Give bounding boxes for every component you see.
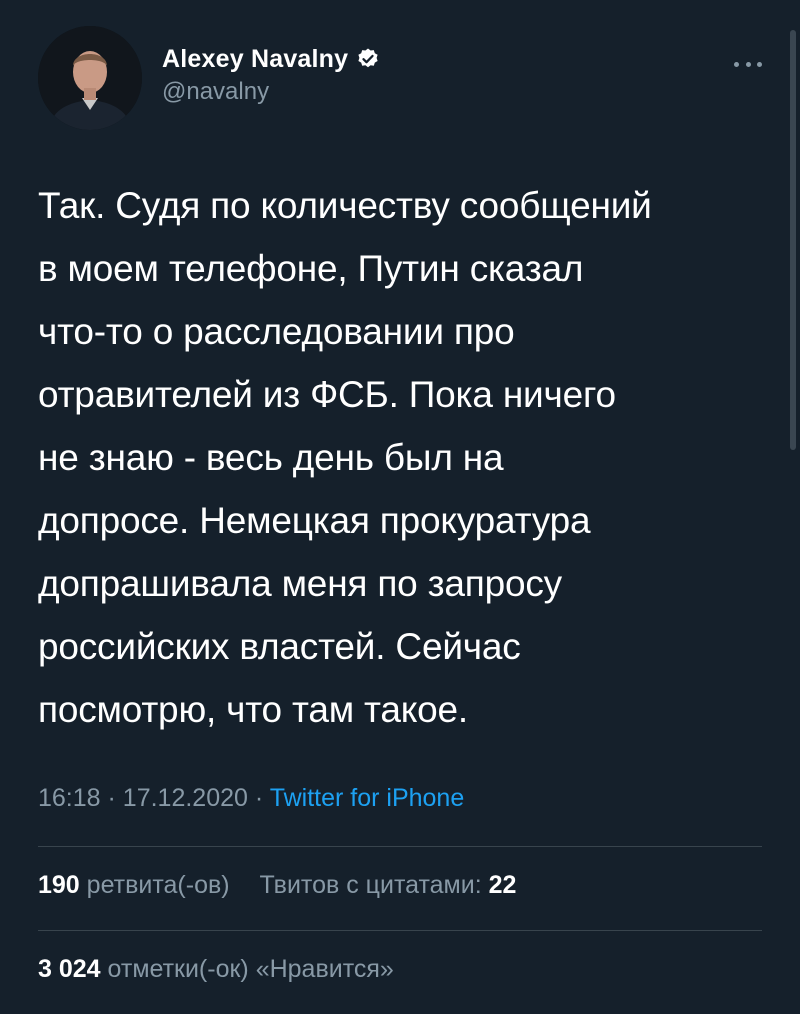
tweet-text-line: российских властей. Сейчас: [38, 626, 521, 667]
quotes-count: 22: [488, 871, 517, 899]
retweets-label: ретвита(-ов): [86, 871, 230, 899]
meta-separator: ·: [107, 784, 116, 812]
author-name-row: Alexey Navalny: [162, 42, 380, 76]
likes-link[interactable]: 3 024 отметки(-ок) «Нравится»: [38, 955, 394, 983]
author-handle[interactable]: @navalny: [162, 78, 380, 106]
meta-separator: ·: [254, 784, 264, 812]
more-options-icon[interactable]: [734, 56, 762, 72]
tweet-text: Так. Судя по количеству сообщений в моем…: [38, 174, 768, 741]
tweet-text-line: в моем телефоне, Путин сказал: [38, 248, 584, 289]
verified-badge-icon: [358, 48, 378, 68]
divider: [38, 930, 762, 931]
tweet-text-line: что-то о расследовании про: [38, 311, 515, 352]
tweet-text-line: Так. Судя по количеству сообщений: [38, 185, 652, 226]
more-dot: [734, 61, 739, 67]
tweet-text-line: не знаю - весь день был на: [38, 437, 504, 478]
tweet-date[interactable]: 17.12.2020: [123, 784, 248, 812]
likes-label: отметки(-ок) «Нравится»: [107, 955, 394, 983]
quotes-link[interactable]: Твитов с цитатами: 22: [260, 871, 517, 899]
tweet-text-line: отравителей из ФСБ. Пока ничего: [38, 374, 616, 415]
quotes-label: Твитов с цитатами:: [259, 871, 482, 899]
likes-count: 3 024: [38, 955, 101, 983]
likes-stats: 3 024 отметки(-ок) «Нравится»: [38, 955, 394, 984]
divider: [38, 846, 762, 847]
retweets-count: 190: [38, 871, 80, 899]
more-dot: [745, 61, 751, 67]
tweet-text-line: допросе. Немецкая прокуратура: [38, 500, 591, 541]
retweets-link[interactable]: 190 ретвита(-ов): [38, 871, 237, 899]
avatar[interactable]: [38, 26, 142, 130]
tweet-source-link[interactable]: Twitter for iPhone: [270, 784, 465, 812]
author-info: Alexey Navalny @navalny: [162, 42, 380, 106]
tweet-detail-page: Alexey Navalny @navalny Так. Судя по кол…: [0, 0, 800, 1014]
avatar-photo: [38, 26, 142, 130]
tweet-time[interactable]: 16:18: [38, 784, 101, 812]
tweet-text-line: допрашивала меня по запросу: [38, 563, 562, 604]
retweet-stats: 190 ретвита(-ов) Твитов с цитатами: 22: [38, 871, 516, 900]
more-dot: [757, 61, 762, 67]
scrollbar[interactable]: [790, 30, 796, 450]
author-display-name[interactable]: Alexey Navalny: [162, 45, 348, 74]
tweet-meta: 16:18 · 17.12.2020 · Twitter for iPhone: [38, 784, 464, 813]
tweet-header: Alexey Navalny @navalny: [38, 26, 770, 130]
tweet-text-line: посмотрю, что там такое.: [38, 689, 468, 730]
